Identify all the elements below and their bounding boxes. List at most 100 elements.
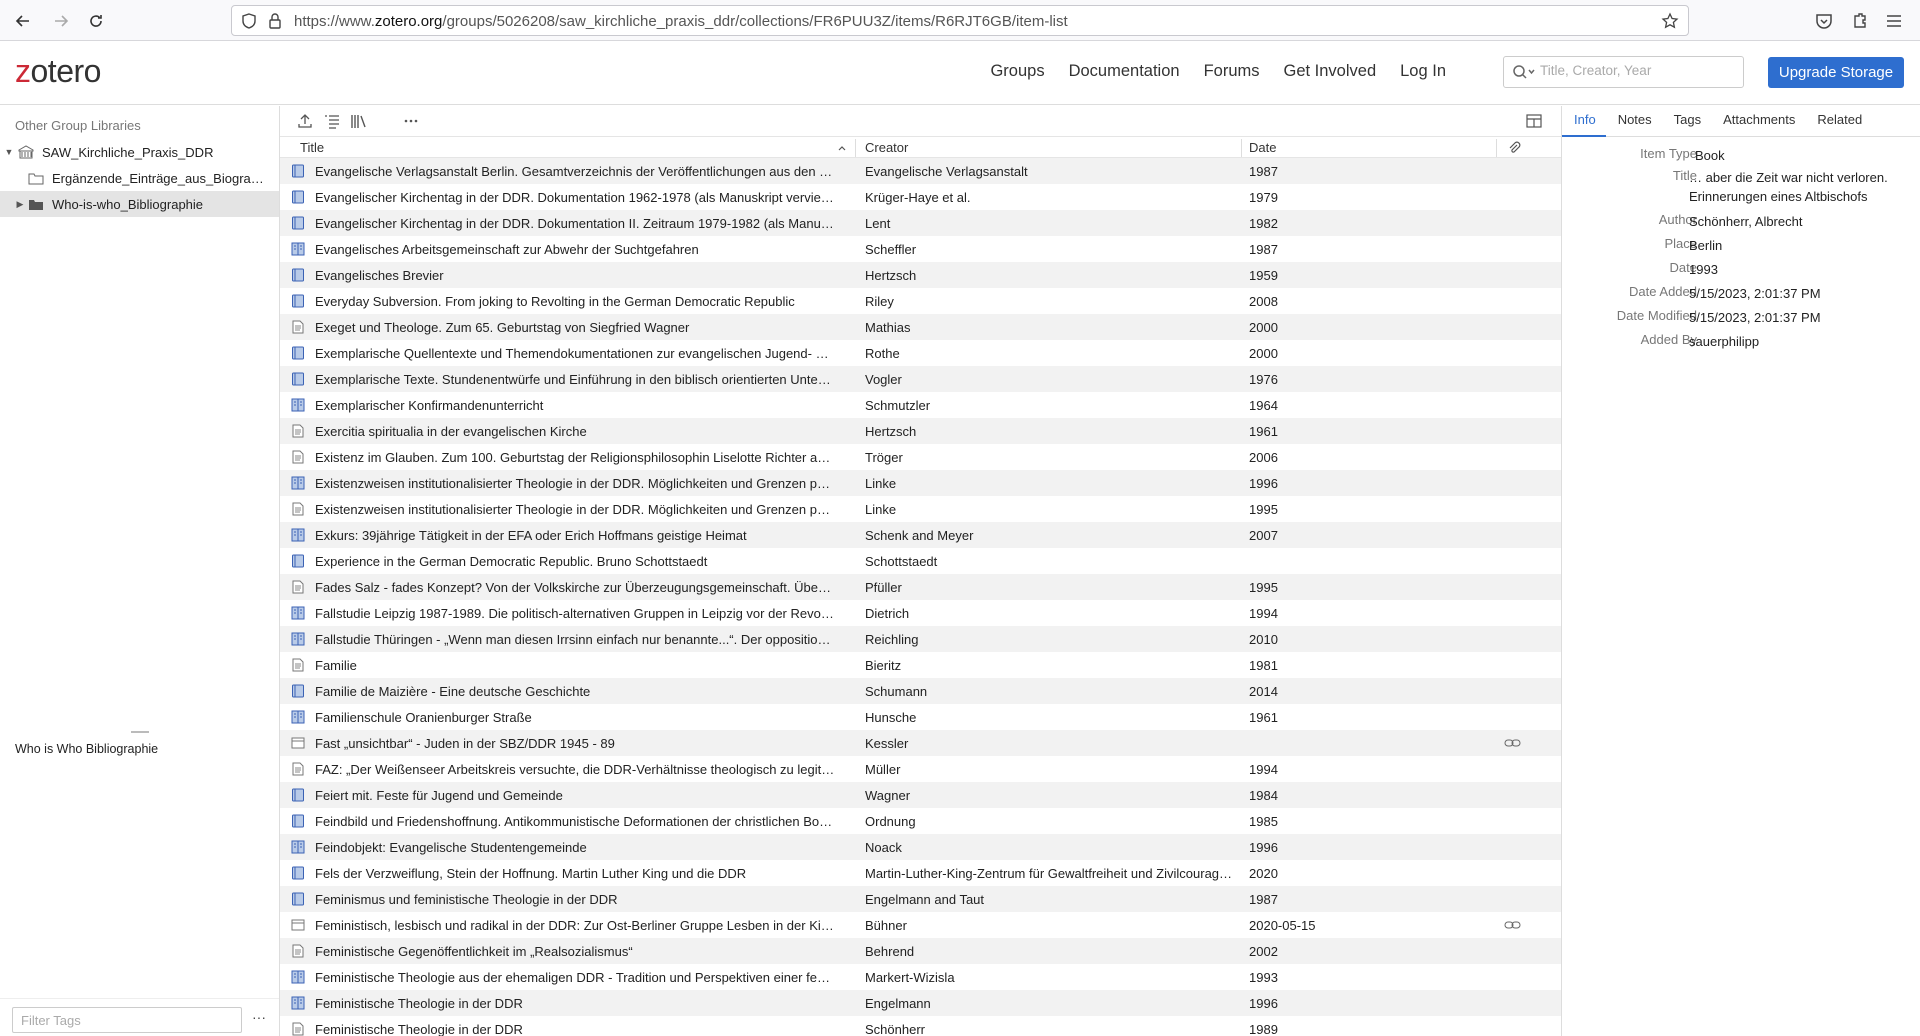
bookmark-star-icon[interactable] bbox=[1661, 12, 1679, 30]
reload-icon[interactable] bbox=[83, 8, 109, 34]
table-row[interactable]: Exemplarische Texte. Stundenentwürfe und… bbox=[280, 366, 1561, 392]
pane-splitter[interactable] bbox=[0, 728, 279, 736]
search-input[interactable] bbox=[1540, 63, 1736, 78]
chevron-down-icon[interactable]: ▼ bbox=[4, 147, 14, 157]
column-separator[interactable] bbox=[855, 139, 856, 157]
table-row[interactable]: Familienschule Oranienburger Straße Hunsc… bbox=[280, 704, 1561, 730]
field-value[interactable]: Schönherr, Albrecht bbox=[1689, 212, 1914, 231]
table-row[interactable]: Familie Bieritz 1981 bbox=[280, 652, 1561, 678]
column-separator[interactable] bbox=[1241, 139, 1242, 157]
search-icon[interactable] bbox=[1512, 64, 1536, 80]
table-row[interactable]: Feindbild und Friedenshoffnung. Antikomm… bbox=[280, 808, 1561, 834]
shield-icon[interactable] bbox=[240, 12, 258, 30]
table-row[interactable]: Fast „unsichtbar“ - Juden in der SBZ/DDR… bbox=[280, 730, 1561, 756]
column-date[interactable]: Date bbox=[1249, 140, 1276, 155]
lock-icon[interactable] bbox=[266, 12, 284, 30]
forward-icon[interactable] bbox=[48, 8, 74, 34]
chevron-right-icon[interactable]: ▶ bbox=[15, 199, 25, 210]
details-tabs: Info Notes Tags Attachments Related bbox=[1562, 106, 1920, 137]
tag-filter-input[interactable] bbox=[21, 1013, 235, 1028]
more-actions-icon[interactable] bbox=[402, 112, 420, 130]
field-value[interactable]: 1993 bbox=[1689, 260, 1914, 279]
zotero-logo[interactable]: zotero bbox=[15, 53, 101, 90]
tree-collection[interactable]: Ergänzende_Einträge_aus_Biogra… bbox=[0, 165, 279, 191]
tab-info[interactable]: Info bbox=[1562, 106, 1606, 137]
back-icon[interactable] bbox=[10, 8, 36, 34]
tree-collection-selected[interactable]: ▶ Who-is-who_Bibliographie bbox=[0, 191, 279, 217]
table-row[interactable]: Existenzweisen institutionalisierter The… bbox=[280, 496, 1561, 522]
table-row[interactable]: Fallstudie Thüringen - „Wenn man diesen … bbox=[280, 626, 1561, 652]
nav-get-involved[interactable]: Get Involved bbox=[1283, 62, 1376, 81]
table-row[interactable]: Fades Salz - fades Konzept? Von der Volk… bbox=[280, 574, 1561, 600]
table-row[interactable]: Experience in the German Democratic Repu… bbox=[280, 548, 1561, 574]
table-row[interactable]: Exkurs: 39jährige Tätigkeit in der EFA o… bbox=[280, 522, 1561, 548]
table-row[interactable]: Fels der Verzweiflung, Stein der Hoffnun… bbox=[280, 860, 1561, 886]
table-row[interactable]: Feministische Theologie aus der ehemalig… bbox=[280, 964, 1561, 990]
menu-icon[interactable] bbox=[1883, 10, 1905, 32]
tab-notes[interactable]: Notes bbox=[1606, 106, 1662, 137]
tab-related[interactable]: Related bbox=[1805, 106, 1872, 137]
field-value[interactable]: Berlin bbox=[1689, 236, 1914, 255]
table-row[interactable]: Exercitia spiritualia in der evangelisch… bbox=[280, 418, 1561, 444]
table-row[interactable]: Existenz im Glauben. Zum 100. Geburtstag… bbox=[280, 444, 1561, 470]
export-icon[interactable] bbox=[296, 112, 314, 130]
field-label: Date Modified bbox=[1616, 308, 1697, 323]
table-row[interactable]: Exemplarischer Konfirmandenunterricht Sch… bbox=[280, 392, 1561, 418]
nav-log-in[interactable]: Log In bbox=[1400, 62, 1446, 81]
field-value[interactable]: … aber die Zeit war nicht verloren. Erin… bbox=[1689, 168, 1914, 206]
nav-documentation[interactable]: Documentation bbox=[1069, 62, 1180, 81]
table-row[interactable]: Evangelische Verlagsanstalt Berlin. Gesa… bbox=[280, 158, 1561, 184]
extensions-icon[interactable] bbox=[1849, 10, 1871, 32]
columns-toggle-icon[interactable] bbox=[1525, 112, 1543, 130]
table-row[interactable]: Feministische Theologie in der DDR Schönh… bbox=[280, 1016, 1561, 1036]
url-text[interactable]: https://www.zotero.org/groups/5026208/sa… bbox=[294, 13, 1068, 30]
tab-tags[interactable]: Tags bbox=[1662, 106, 1711, 137]
table-row[interactable]: Existenzweisen institutionalisierter The… bbox=[280, 470, 1561, 496]
table-row[interactable]: Feministische Gegenöffentlichkeit im „Re… bbox=[280, 938, 1561, 964]
table-row[interactable]: Exemplarische Quellentexte und Themendok… bbox=[280, 340, 1561, 366]
attachment-column-icon[interactable] bbox=[1506, 140, 1522, 156]
table-row[interactable]: Feiert mit. Feste für Jugend und Gemeind… bbox=[280, 782, 1561, 808]
splitter-grip[interactable] bbox=[131, 731, 149, 733]
library-search[interactable] bbox=[1503, 56, 1744, 88]
table-row[interactable]: Evangelischer Kirchentag in der DDR. Dok… bbox=[280, 184, 1561, 210]
item-title: Familie bbox=[315, 658, 357, 673]
column-title[interactable]: Title bbox=[300, 140, 324, 155]
table-row[interactable]: Fallstudie Leipzig 1987-1989. Die politi… bbox=[280, 600, 1561, 626]
table-row[interactable]: Feministisch, lesbisch und radikal in de… bbox=[280, 912, 1561, 938]
address-bar[interactable]: https://www.zotero.org/groups/5026208/sa… bbox=[231, 5, 1689, 36]
table-row[interactable]: Feministische Theologie in der DDR Engelm… bbox=[280, 990, 1561, 1016]
nav-groups[interactable]: Groups bbox=[990, 62, 1044, 81]
bibliography-icon[interactable] bbox=[323, 112, 341, 130]
link-attachment-icon[interactable] bbox=[1504, 736, 1522, 750]
tree-library[interactable]: ▼ SAW_Kirchliche_Praxis_DDR bbox=[0, 139, 279, 165]
library-lookup-icon[interactable] bbox=[350, 112, 368, 130]
column-separator[interactable] bbox=[1496, 139, 1497, 157]
table-row[interactable]: Feindobjekt: Evangelische Studentengemei… bbox=[280, 834, 1561, 860]
item-date: 1994 bbox=[1249, 606, 1278, 621]
nav-forums[interactable]: Forums bbox=[1204, 62, 1260, 81]
pocket-icon[interactable] bbox=[1813, 10, 1835, 32]
table-row[interactable]: Exeget und Theologe. Zum 65. Geburtstag … bbox=[280, 314, 1561, 340]
sort-ascending-icon[interactable] bbox=[837, 143, 847, 153]
column-creator[interactable]: Creator bbox=[865, 140, 908, 155]
table-row[interactable]: FAZ: „Der Weißenseer Arbeitskreis versuc… bbox=[280, 756, 1561, 782]
table-row[interactable]: Evangelischer Kirchentag in der DDR. Dok… bbox=[280, 210, 1561, 236]
table-row[interactable]: Evangelisches Brevier Hertzsch 1959 bbox=[280, 262, 1561, 288]
table-row[interactable]: Everyday Subversion. From joking to Revo… bbox=[280, 288, 1561, 314]
tag-actions-button[interactable]: ··· bbox=[252, 1009, 266, 1025]
folder-icon bbox=[28, 197, 46, 211]
item-creator: Ordnung bbox=[865, 814, 916, 829]
link-attachment-icon[interactable] bbox=[1504, 918, 1522, 932]
item-type-web-icon bbox=[291, 736, 305, 750]
upgrade-storage-button[interactable]: Upgrade Storage bbox=[1768, 57, 1904, 88]
item-type-section-icon bbox=[291, 528, 305, 542]
item-type-section-icon bbox=[291, 398, 305, 412]
item-creator: Linke bbox=[865, 502, 897, 517]
tab-attachments[interactable]: Attachments bbox=[1711, 106, 1805, 137]
field-value[interactable]: Book bbox=[1695, 146, 1920, 165]
table-row[interactable]: Feminismus und feministische Theologie i… bbox=[280, 886, 1561, 912]
table-row[interactable]: Evangelisches Arbeitsgemeinschaft zur Ab… bbox=[280, 236, 1561, 262]
tag-filter[interactable] bbox=[12, 1007, 242, 1033]
table-row[interactable]: Familie de Maizière - Eine deutsche Gesc… bbox=[280, 678, 1561, 704]
